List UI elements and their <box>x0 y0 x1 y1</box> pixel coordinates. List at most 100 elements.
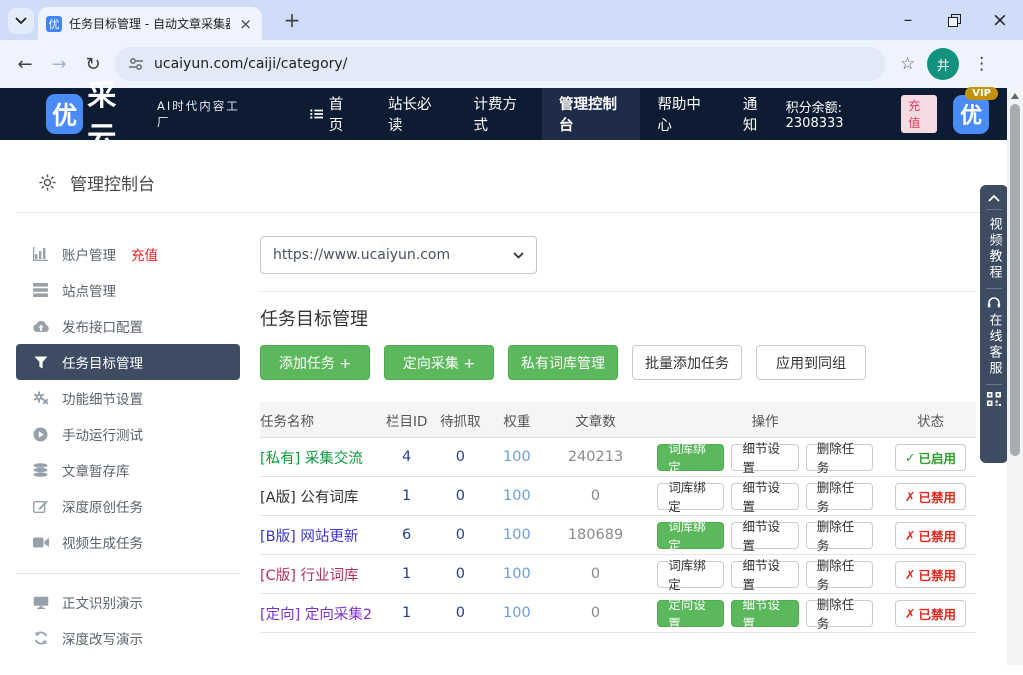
sidebar-item-content-detect-demo[interactable]: 正文识别演示 <box>16 584 240 620</box>
video-tutorial-link[interactable]: 视频教程 <box>988 217 1001 281</box>
qr-code-icon[interactable] <box>987 392 1001 406</box>
status-toggle-button[interactable]: ✓ 已启用 <box>895 444 966 471</box>
col-header-pending: 待抓取 <box>431 410 490 430</box>
detail-settings-button[interactable]: 细节设置 <box>731 600 798 627</box>
detail-settings-button[interactable]: 细节设置 <box>731 522 798 549</box>
delete-task-button[interactable]: 删除任务 <box>806 483 873 510</box>
task-column-id[interactable]: 4 <box>383 449 431 465</box>
task-weight-link[interactable]: 100 <box>490 566 544 582</box>
tab-close-icon[interactable]: × <box>237 15 254 33</box>
detail-settings-button[interactable]: 细节设置 <box>731 483 798 510</box>
sidebar-item-video-gen[interactable]: 视频生成任务 <box>16 524 240 560</box>
sidebar-item-task-targets[interactable]: 任务目标管理 <box>16 344 240 380</box>
table-row: [私有] 采集交流 4 0 100 240213 词库绑定 细节设置 删除任务 … <box>260 438 976 477</box>
vip-badge: VIP <box>965 87 998 100</box>
back-icon[interactable]: ← <box>8 54 42 75</box>
batch-add-task-button[interactable]: 批量添加任务 <box>632 345 742 380</box>
online-service-link[interactable]: 在线客服 <box>988 313 1001 377</box>
task-pending-count[interactable]: 0 <box>431 488 490 504</box>
add-task-button[interactable]: 添加任务 + <box>260 345 370 380</box>
chevron-up-icon[interactable] <box>988 194 1000 202</box>
status-toggle-button[interactable]: ✗ 已禁用 <box>895 561 966 588</box>
user-avatar[interactable]: 优 VIP <box>953 95 989 134</box>
bookmark-star-icon[interactable]: ☆ <box>900 54 915 74</box>
recharge-button[interactable]: 充值 <box>901 95 937 133</box>
sidebar-item-rewrite-demo[interactable]: 深度改写演示 <box>16 620 240 656</box>
task-name-link[interactable]: [私有] 采集交流 <box>260 447 383 468</box>
browser-tab[interactable]: 优 任务目标管理 - 自动文章采集器 × <box>38 7 262 40</box>
sidebar-item-publish-api[interactable]: 发布接口配置 <box>16 308 240 344</box>
new-tab-button[interactable]: + <box>278 6 306 34</box>
nav-item-home[interactable]: 首页 <box>293 88 371 140</box>
tab-search-button[interactable] <box>8 8 34 34</box>
sidebar-item-label: 深度改写演示 <box>62 628 143 648</box>
logo-badge[interactable]: 优 <box>46 94 83 134</box>
sidebar-item-deep-original[interactable]: 深度原创任务 <box>16 488 240 524</box>
page-header: 管理控制台 <box>38 170 155 195</box>
lexicon-bind-button[interactable]: 词库绑定 <box>657 444 724 471</box>
task-weight-link[interactable]: 100 <box>490 488 544 504</box>
site-select-value: https://www.ucaiyun.com <box>273 247 450 263</box>
sidebar-item-article-store[interactable]: 文章暂存库 <box>16 452 240 488</box>
delete-task-button[interactable]: 删除任务 <box>806 600 873 627</box>
nav-item-notice[interactable]: 通知 <box>726 88 786 140</box>
task-column-id[interactable]: 1 <box>383 566 431 582</box>
browser-menu-icon[interactable]: ⋮ <box>973 54 990 74</box>
page-scrollbar[interactable] <box>1007 88 1023 665</box>
browser-profile-avatar[interactable]: 井 <box>927 48 959 80</box>
nav-item-pricing[interactable]: 计费方式 <box>457 88 543 140</box>
private-lexicon-button[interactable]: 私有词库管理 <box>508 345 618 380</box>
scrollbar-thumb[interactable] <box>1010 104 1020 456</box>
nav-item-help[interactable]: 帮助中心 <box>640 88 726 140</box>
task-name-link[interactable]: [定向] 定向采集2 <box>260 603 383 624</box>
forward-icon: → <box>42 54 76 75</box>
targeted-collect-button[interactable]: 定向采集 + <box>384 345 494 380</box>
restore-button[interactable] <box>931 0 977 40</box>
detail-settings-button[interactable]: 细节设置 <box>731 444 798 471</box>
database-icon <box>32 463 49 477</box>
status-toggle-button[interactable]: ✗ 已禁用 <box>895 600 966 627</box>
url-text[interactable]: ucaiyun.com/caiji/category/ <box>154 56 347 72</box>
delete-task-button[interactable]: 删除任务 <box>806 444 873 471</box>
task-weight-link[interactable]: 100 <box>490 449 544 465</box>
site-select[interactable]: https://www.ucaiyun.com <box>260 236 537 274</box>
task-name-link[interactable]: [B版] 网站更新 <box>260 525 383 546</box>
table-row: [A版] 公有词库 1 0 100 0 词库绑定 细节设置 删除任务 ✗ 已禁用 <box>260 477 976 516</box>
task-column-id[interactable]: 6 <box>383 527 431 543</box>
task-pending-count[interactable]: 0 <box>431 605 490 621</box>
lexicon-bind-button[interactable]: 词库绑定 <box>657 483 724 510</box>
task-weight-link[interactable]: 100 <box>490 527 544 543</box>
close-button[interactable]: × <box>977 0 1023 40</box>
status-toggle-button[interactable]: ✗ 已禁用 <box>895 483 966 510</box>
table-row: [B版] 网站更新 6 0 100 180689 词库绑定 细节设置 删除任务 … <box>260 516 976 555</box>
nav-item-must-read[interactable]: 站长必读 <box>371 88 457 140</box>
scroll-up-arrow[interactable] <box>1011 93 1019 99</box>
task-name-link[interactable]: [A版] 公有词库 <box>260 486 383 507</box>
address-bar[interactable]: ucaiyun.com/caiji/category/ <box>114 47 886 81</box>
cross-icon: ✗ <box>905 528 915 543</box>
task-column-id[interactable]: 1 <box>383 605 431 621</box>
sidebar-item-feature-settings[interactable]: 功能细节设置 <box>16 380 240 416</box>
sidebar-recharge-link[interactable]: 充值 <box>131 244 158 264</box>
task-weight-link[interactable]: 100 <box>490 605 544 621</box>
minimize-button[interactable]: – <box>885 0 931 40</box>
sidebar-item-sites[interactable]: 站点管理 <box>16 272 240 308</box>
task-pending-count[interactable]: 0 <box>431 527 490 543</box>
delete-task-button[interactable]: 删除任务 <box>806 522 873 549</box>
lexicon-bind-button[interactable]: 词库绑定 <box>657 522 724 549</box>
task-column-id[interactable]: 1 <box>383 488 431 504</box>
lexicon-bind-button[interactable]: 词库绑定 <box>657 561 724 588</box>
task-name-link[interactable]: [C版] 行业词库 <box>260 564 383 585</box>
detail-settings-button[interactable]: 细节设置 <box>731 561 798 588</box>
sidebar-item-account[interactable]: 账户管理 充值 <box>16 236 240 272</box>
status-toggle-button[interactable]: ✗ 已禁用 <box>895 522 966 549</box>
apply-to-group-button[interactable]: 应用到同组 <box>756 345 866 380</box>
sidebar-item-manual-run[interactable]: 手动运行测试 <box>16 416 240 452</box>
divider <box>986 384 1002 385</box>
task-pending-count[interactable]: 0 <box>431 449 490 465</box>
video-camera-icon <box>32 537 49 548</box>
targeted-settings-button[interactable]: 定向设置 <box>657 600 724 627</box>
task-pending-count[interactable]: 0 <box>431 566 490 582</box>
nav-item-console[interactable]: 管理控制台 <box>542 88 640 140</box>
delete-task-button[interactable]: 删除任务 <box>806 561 873 588</box>
